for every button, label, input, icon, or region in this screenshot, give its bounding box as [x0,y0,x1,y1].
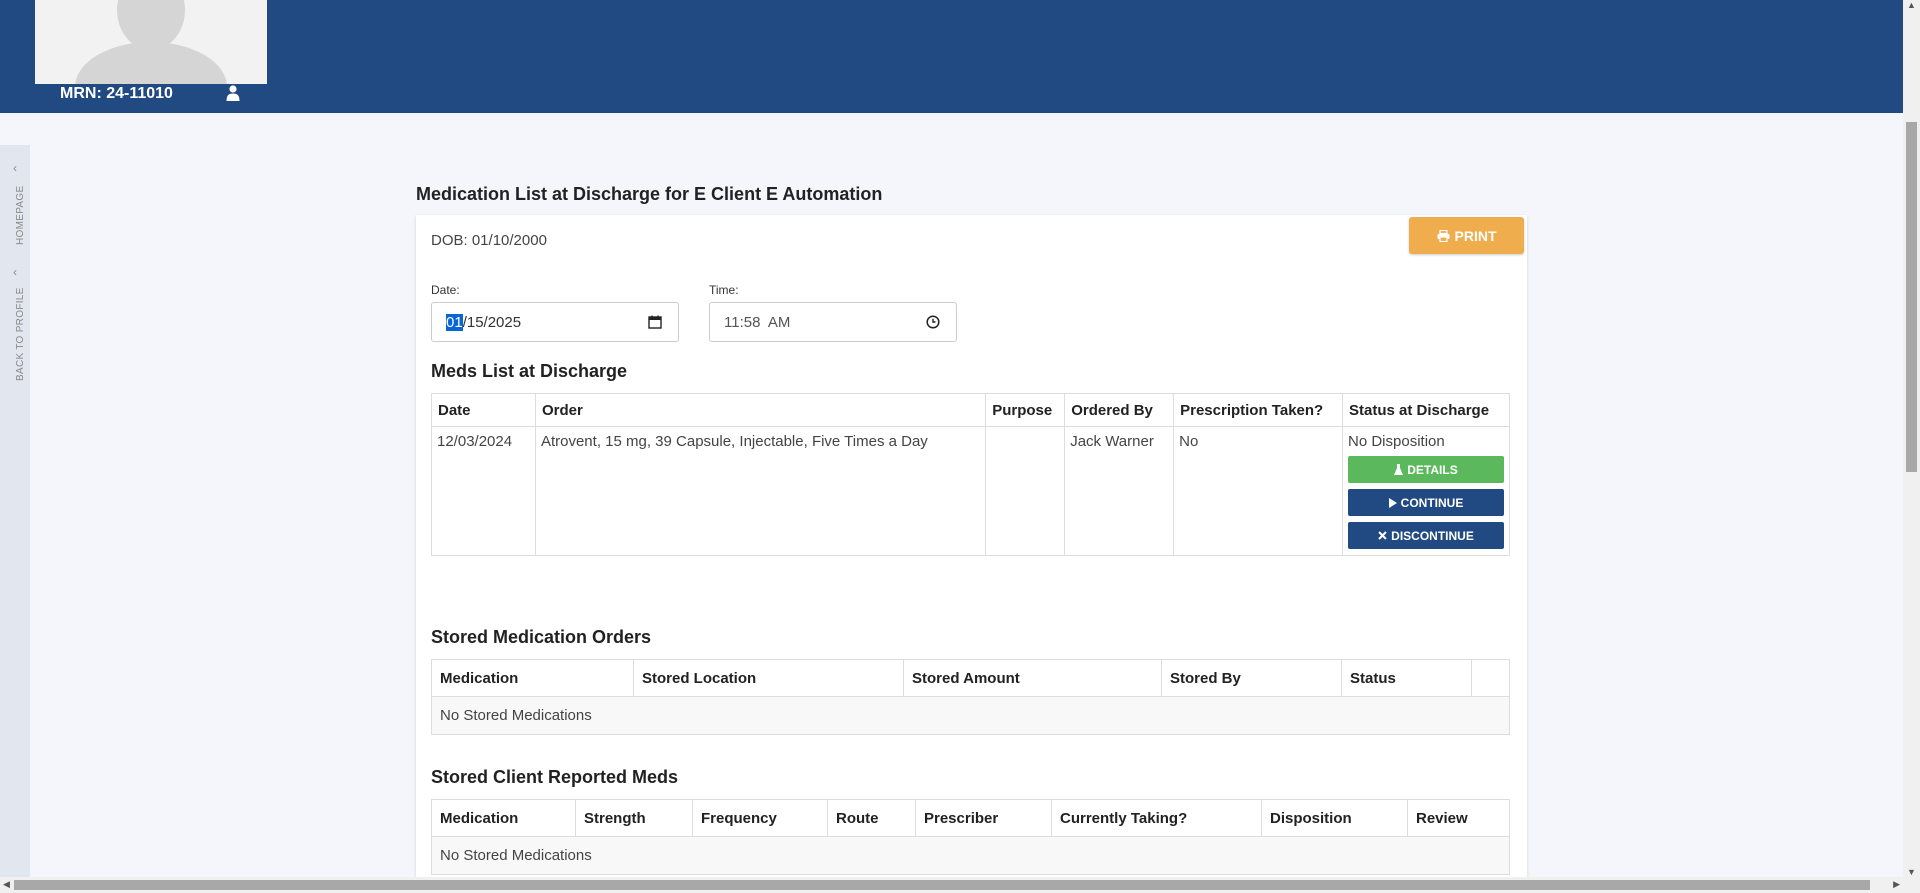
column-header: Stored By [1161,659,1342,697]
column-header: Frequency [692,799,828,837]
date-rest: /15/2025 [462,313,522,331]
time-value: 11:58 AM [724,313,791,331]
empty-message: No Stored Medications [431,696,1510,735]
page-title: Medication List at Discharge for E Clien… [416,184,883,204]
stored-reported-title: Stored Client Reported Meds [431,767,679,787]
column-header: Status [1341,659,1472,697]
cell-taken: No [1173,426,1343,556]
meds-discharge-table: Date Order Purpose Ordered By Prescripti… [431,393,1510,556]
empty-message: No Stored Medications [431,836,1510,875]
table-row: No Stored Medications [431,836,1510,875]
top-header: MRN: 24-11010 [0,0,1903,113]
column-header: Ordered By [1064,393,1175,427]
table-row: 12/03/2024 Atrovent, 15 mg, 39 Capsule, … [431,426,1510,556]
scroll-down-icon[interactable]: ▼ [1907,867,1916,877]
date-label: Date: [431,283,460,297]
scrollbar-thumb[interactable] [1906,122,1917,472]
date-month-segment[interactable]: 01 [446,313,463,331]
meds-discharge-title: Meds List at Discharge [431,361,628,381]
chevron-left-icon[interactable]: ‹ [9,265,21,279]
cell-order: Atrovent, 15 mg, 39 Capsule, Injectable,… [534,426,987,556]
table-header-row: Date Order Purpose Ordered By Prescripti… [431,393,1510,427]
print-icon [1437,229,1449,242]
print-button[interactable]: PRINT [1409,217,1524,254]
discontinue-button[interactable]: DISCONTINUE [1348,522,1504,549]
table-header-row: Medication Stored Location Stored Amount… [431,659,1510,697]
column-header: Stored Amount [903,659,1162,697]
table-header-row: Medication Strength Frequency Route Pres… [431,799,1510,837]
sidebar-item-homepage[interactable]: HOMEPAGE [15,186,26,245]
scroll-right-icon[interactable]: ▶ [1893,879,1900,890]
details-button[interactable]: DETAILS [1348,456,1504,483]
column-header: Medication [431,799,576,837]
avatar [35,0,267,84]
vertical-scrollbar[interactable]: ▲ ▼ [1903,0,1920,877]
scroll-up-icon[interactable]: ▲ [1907,0,1916,10]
sidebar: ‹ HOMEPAGE ‹ BACK TO PROFILE [0,145,30,877]
column-header: Disposition [1261,799,1408,837]
cell-status: No Disposition DETAILS CONTINUE DISCONTI… [1342,426,1510,556]
stored-reported-table: Medication Strength Frequency Route Pres… [431,799,1510,875]
continue-button[interactable]: CONTINUE [1348,489,1504,516]
calendar-icon[interactable] [648,315,662,329]
time-label: Time: [709,283,739,297]
column-header: Status at Discharge [1342,393,1510,427]
horizontal-scrollbar[interactable]: ◀ ▶ [0,877,1920,893]
clock-icon[interactable] [926,315,940,329]
flask-icon [1394,464,1404,475]
dob-text: DOB: 01/10/2000 [431,232,547,249]
column-header: Review [1407,799,1510,837]
column-header: Date [431,393,536,427]
user-icon[interactable] [226,85,240,101]
date-input[interactable]: 01/15/2025 [431,302,679,342]
column-header: Medication [431,659,634,697]
column-header: Route [827,799,916,837]
table-row: No Stored Medications [431,696,1510,735]
column-header: Prescription Taken? [1173,393,1343,427]
sidebar-item-back-to-profile[interactable]: BACK TO PROFILE [15,287,26,381]
continue-label: CONTINUE [1400,495,1464,510]
mrn-label: MRN: 24-11010 [60,85,173,102]
stored-orders-title: Stored Medication Orders [431,627,652,647]
column-header [1471,659,1510,697]
column-header: Purpose [985,393,1066,427]
discontinue-label: DISCONTINUE [1391,528,1474,543]
status-text: No Disposition [1348,433,1445,450]
time-input[interactable]: 11:58 AM [709,302,957,342]
scrollbar-thumb[interactable] [14,880,1870,890]
details-label: DETAILS [1407,462,1458,477]
cell-ordered-by: Jack Warner [1064,426,1175,556]
cell-purpose [985,426,1066,556]
column-header: Prescriber [915,799,1052,837]
chevron-left-icon[interactable]: ‹ [9,161,21,175]
column-header: Order [534,393,987,427]
stored-orders-table: Medication Stored Location Stored Amount… [431,659,1510,735]
print-label: PRINT [1454,227,1497,244]
column-header: Stored Location [633,659,904,697]
scroll-left-icon[interactable]: ◀ [3,879,10,890]
close-icon [1378,531,1387,540]
cell-date: 12/03/2024 [431,426,536,556]
column-header: Currently Taking? [1051,799,1262,837]
column-header: Strength [575,799,693,837]
play-icon [1388,497,1397,508]
